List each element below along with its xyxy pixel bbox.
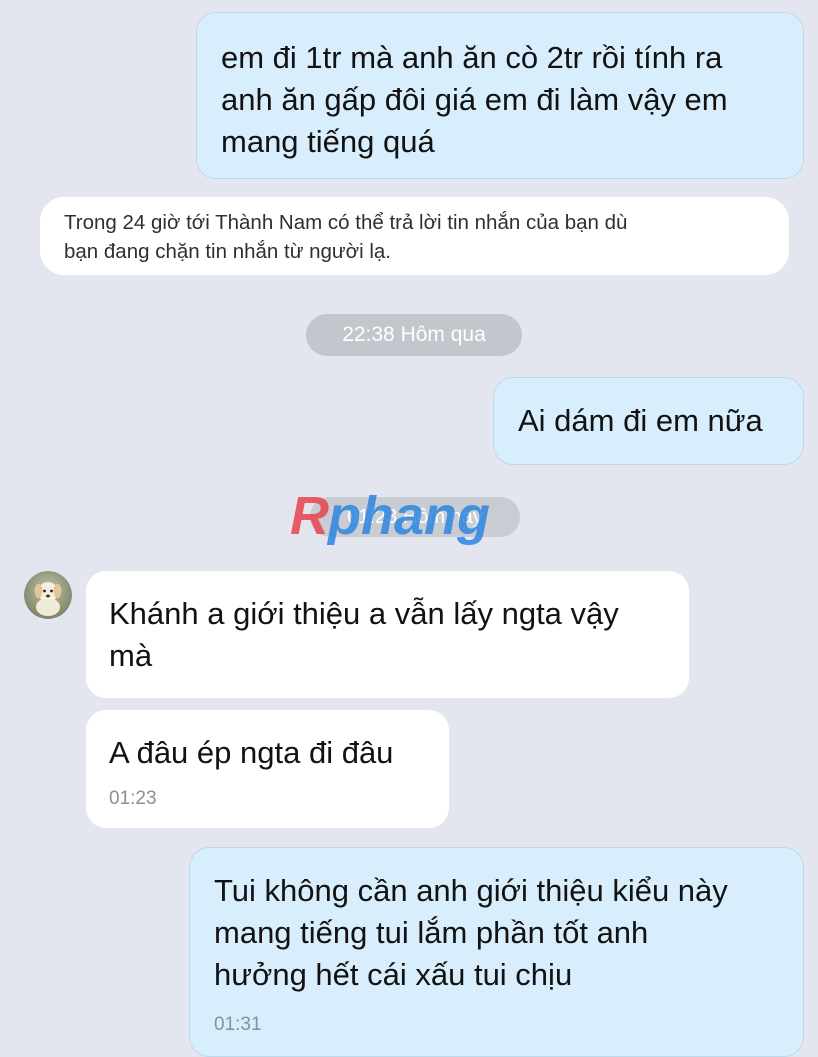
message-time: 01:23 [109, 788, 157, 809]
message-text: A đâu ép ngta đi đâu [109, 735, 394, 770]
message-bubble-outgoing[interactable]: em đi 1tr mà anh ăn cò 2tr rồi tính ra a… [196, 12, 804, 179]
puppy-avatar-icon [24, 571, 72, 619]
message-bubble-incoming[interactable]: Khánh a giới thiệu a vẫn lấy ngta vậy mà [86, 571, 689, 698]
message-text: Tui không cần anh giới thiệu kiểu này ma… [214, 873, 728, 992]
message-text: Ai dám đi em nữa [518, 403, 763, 438]
message-text: em đi 1tr mà anh ăn cò 2tr rồi tính ra a… [221, 40, 728, 159]
svg-text:phang: phang [326, 486, 490, 546]
system-notice: Trong 24 giờ tới Thành Nam có thể trả lờ… [40, 197, 789, 275]
message-text: Khánh a giới thiệu a vẫn lấy ngta vậy mà [109, 596, 619, 673]
watermark-logo: R phang [290, 486, 490, 546]
message-bubble-outgoing[interactable]: Ai dám đi em nữa [493, 377, 804, 465]
date-separator: 22:38 Hôm qua [306, 314, 522, 356]
contact-avatar[interactable] [24, 571, 72, 619]
notice-text: Trong 24 giờ tới Thành Nam có thể trả lờ… [64, 211, 628, 263]
svg-text:R: R [290, 486, 329, 546]
message-bubble-outgoing[interactable]: Tui không cần anh giới thiệu kiểu này ma… [189, 847, 804, 1057]
message-bubble-incoming[interactable]: A đâu ép ngta đi đâu 01:23 [86, 710, 449, 828]
message-time: 01:31 [214, 1014, 262, 1035]
